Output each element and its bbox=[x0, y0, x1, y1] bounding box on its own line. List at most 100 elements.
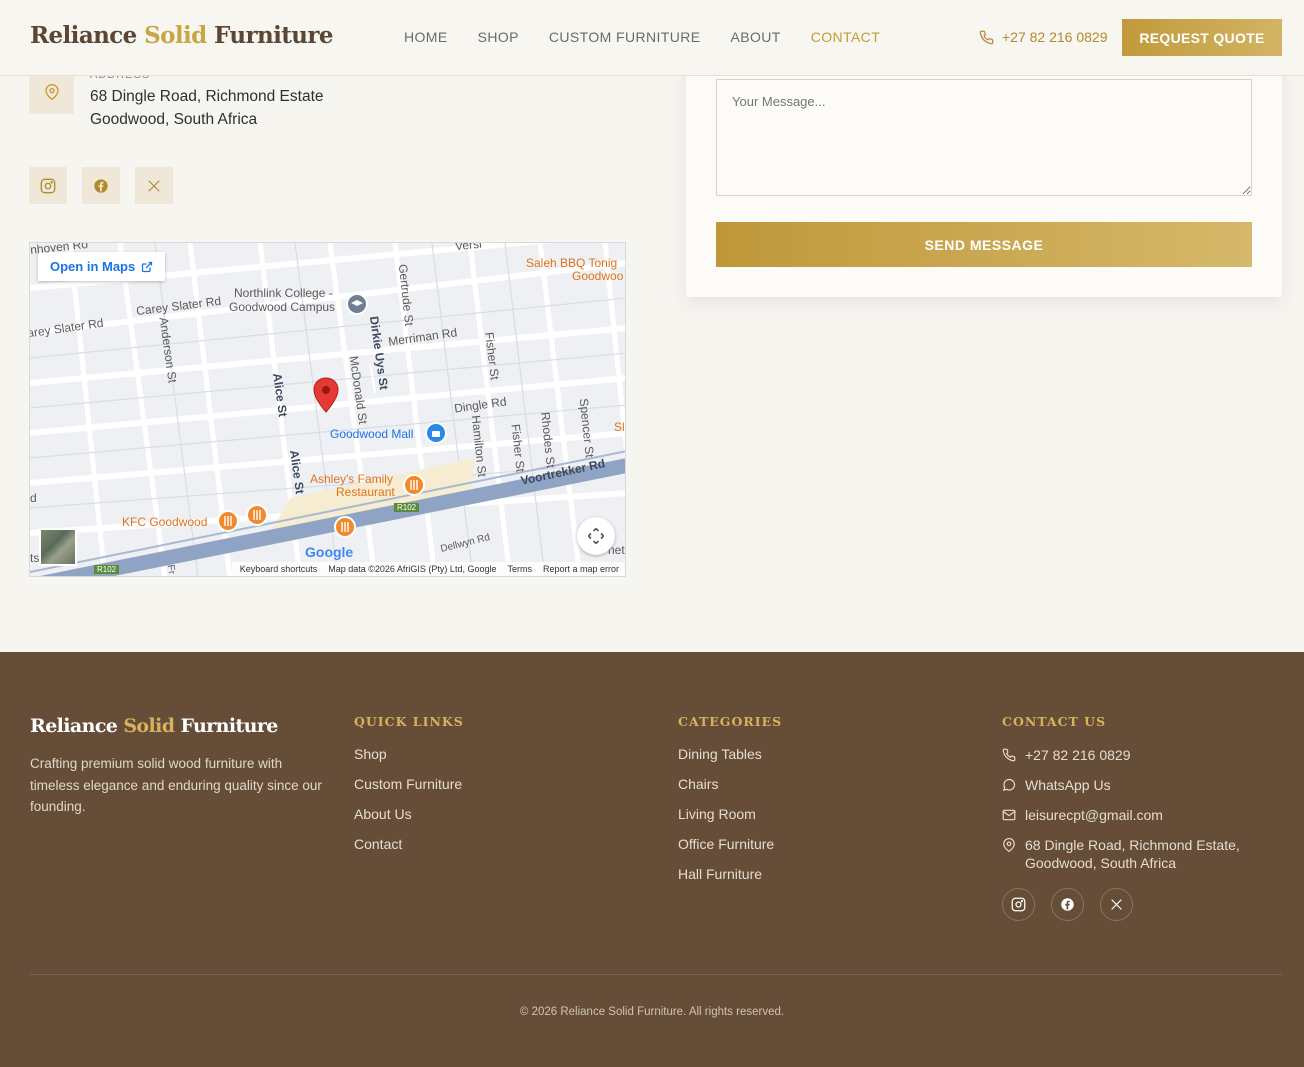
quick-links-title: QUICK LINKS bbox=[354, 714, 464, 729]
map-label: Northlink College - bbox=[234, 286, 333, 300]
open-in-maps-label: Open in Maps bbox=[50, 259, 136, 274]
logo-word-1: Reliance bbox=[30, 22, 137, 49]
map-attribution: Keyboard shortcuts Map data ©2026 AfriGI… bbox=[231, 562, 625, 576]
move-arrows-icon bbox=[587, 527, 605, 545]
facebook-link[interactable] bbox=[82, 167, 120, 204]
road-shield: R102 bbox=[394, 503, 420, 512]
shopping-marker-icon[interactable] bbox=[425, 422, 447, 444]
google-logo: Google bbox=[305, 544, 353, 560]
header-phone-link[interactable]: +27 82 216 0829 bbox=[979, 29, 1108, 45]
road-shield: R102 bbox=[94, 565, 120, 574]
address-text: 68 Dingle Road, Richmond Estate Goodwood… bbox=[90, 85, 324, 131]
footer-cat-living-room[interactable]: Living Room bbox=[678, 806, 782, 824]
map-pin-icon bbox=[44, 83, 59, 100]
phone-icon bbox=[1002, 748, 1016, 762]
report-error-link[interactable]: Report a map error bbox=[543, 564, 619, 576]
request-quote-button[interactable]: REQUEST QUOTE bbox=[1122, 19, 1282, 56]
footer-link-shop[interactable]: Shop bbox=[354, 746, 464, 764]
footer-cat-office-furniture[interactable]: Office Furniture bbox=[678, 836, 782, 854]
logo-word-2: Furniture bbox=[214, 22, 334, 49]
map-label: Ashley's Family bbox=[310, 472, 393, 486]
footer-phone[interactable]: +27 82 216 0829 bbox=[1002, 746, 1262, 764]
map-label: d bbox=[30, 491, 37, 505]
contact-social-links bbox=[29, 167, 173, 204]
map-label: Fr bbox=[164, 564, 177, 575]
facebook-icon bbox=[94, 178, 108, 193]
phone-icon bbox=[979, 30, 994, 44]
map-pin-icon bbox=[1003, 838, 1015, 852]
footer-logo-word-1: Reliance bbox=[30, 715, 118, 737]
footer-whatsapp-text: WhatsApp Us bbox=[1025, 777, 1111, 793]
footer-link-custom-furniture[interactable]: Custom Furniture bbox=[354, 776, 464, 794]
location-pin-icon[interactable] bbox=[313, 377, 339, 413]
x-twitter-icon bbox=[148, 179, 160, 192]
footer-facebook-link[interactable] bbox=[1051, 888, 1084, 921]
footer-description: Crafting premium solid wood furniture wi… bbox=[30, 756, 322, 814]
terms-link[interactable]: Terms bbox=[507, 564, 532, 576]
footer-logo-word-2: Furniture bbox=[180, 715, 278, 737]
external-link-icon bbox=[142, 261, 153, 272]
map-camera-control[interactable] bbox=[577, 517, 615, 555]
google-wordmark: Google bbox=[305, 544, 354, 560]
restaurant-marker-icon[interactable] bbox=[334, 516, 356, 538]
nav-about[interactable]: ABOUT bbox=[730, 29, 780, 45]
categories-column: CATEGORIES Dining Tables Chairs Living R… bbox=[678, 714, 782, 896]
school-marker-icon[interactable] bbox=[346, 293, 368, 315]
footer-logo[interactable]: Reliance Solid Furniture bbox=[30, 715, 278, 737]
instagram-icon bbox=[1011, 897, 1026, 912]
footer-cat-dining-tables[interactable]: Dining Tables bbox=[678, 746, 782, 764]
categories-title: CATEGORIES bbox=[678, 714, 783, 729]
footer-email-text: leisurecpt@gmail.com bbox=[1025, 807, 1163, 823]
map-label: Goodwood Mall bbox=[330, 427, 414, 441]
contact-column: CONTACT US +27 82 216 0829 WhatsApp Us l… bbox=[1002, 714, 1262, 921]
contact-title: CONTACT US bbox=[1002, 714, 1107, 729]
footer-social-links bbox=[1002, 888, 1262, 921]
satellite-toggle[interactable] bbox=[39, 528, 77, 566]
map-label: Goodwoo bbox=[572, 269, 624, 283]
footer-cat-chairs[interactable]: Chairs bbox=[678, 776, 782, 794]
site-logo[interactable]: Reliance Solid Furniture bbox=[30, 22, 334, 49]
whatsapp-icon bbox=[1002, 778, 1016, 792]
nav-shop[interactable]: SHOP bbox=[478, 29, 519, 45]
map-label: KFC Goodwood bbox=[122, 515, 208, 529]
x-twitter-icon bbox=[1111, 899, 1122, 910]
logo-word-accent: Solid bbox=[144, 22, 207, 49]
quick-links-column: QUICK LINKS Shop Custom Furniture About … bbox=[354, 714, 464, 866]
footer-address: 68 Dingle Road, Richmond Estate, Goodwoo… bbox=[1002, 836, 1262, 872]
footer-link-about[interactable]: About Us bbox=[354, 806, 464, 824]
restaurant-marker-icon[interactable] bbox=[403, 474, 425, 496]
address-line-1: 68 Dingle Road, Richmond Estate bbox=[90, 88, 324, 105]
restaurant-marker-icon[interactable] bbox=[217, 510, 239, 532]
address-line-2: Goodwood, South Africa bbox=[90, 111, 258, 128]
nav-contact[interactable]: CONTACT bbox=[811, 29, 880, 45]
header-phone-text: +27 82 216 0829 bbox=[1002, 29, 1108, 45]
message-textarea[interactable] bbox=[716, 79, 1252, 196]
footer-link-contact[interactable]: Contact bbox=[354, 836, 464, 854]
site-footer: Reliance Solid Furniture Crafting premiu… bbox=[0, 652, 1304, 1067]
map-data-text: Map data ©2026 AfriGIS (Pty) Ltd, Google bbox=[328, 564, 497, 574]
restaurant-marker-icon[interactable] bbox=[246, 504, 268, 526]
nav-custom-furniture[interactable]: CUSTOM FURNITURE bbox=[549, 29, 701, 45]
nav-home[interactable]: HOME bbox=[404, 29, 448, 45]
map-label: Sl bbox=[614, 420, 625, 434]
mail-icon bbox=[1002, 809, 1016, 821]
instagram-icon bbox=[40, 178, 56, 193]
footer-email[interactable]: leisurecpt@gmail.com bbox=[1002, 806, 1262, 824]
send-message-button[interactable]: SEND MESSAGE bbox=[716, 222, 1252, 267]
footer-divider bbox=[30, 974, 1282, 975]
contact-form-card: SEND MESSAGE bbox=[686, 40, 1282, 297]
footer-cat-hall-furniture[interactable]: Hall Furniture bbox=[678, 866, 782, 884]
open-in-maps-button[interactable]: Open in Maps bbox=[38, 252, 166, 281]
footer-whatsapp[interactable]: WhatsApp Us bbox=[1002, 776, 1262, 794]
embedded-map[interactable]: Open in Maps nhoven Ro Versi Saleh BBQ T… bbox=[29, 242, 626, 577]
instagram-link[interactable] bbox=[29, 167, 67, 204]
facebook-icon bbox=[1061, 898, 1074, 911]
footer-instagram-link[interactable] bbox=[1002, 888, 1035, 921]
x-twitter-link[interactable] bbox=[135, 167, 173, 204]
footer-x-twitter-link[interactable] bbox=[1100, 888, 1133, 921]
map-label: ts bbox=[30, 551, 40, 565]
map-label: Restaurant bbox=[336, 485, 395, 499]
footer-address-text: 68 Dingle Road, Richmond Estate, Goodwoo… bbox=[1025, 837, 1240, 871]
copyright-text: © 2026 Reliance Solid Furniture. All rig… bbox=[519, 1006, 785, 1018]
keyboard-shortcuts-link[interactable]: Keyboard shortcuts bbox=[240, 564, 318, 576]
